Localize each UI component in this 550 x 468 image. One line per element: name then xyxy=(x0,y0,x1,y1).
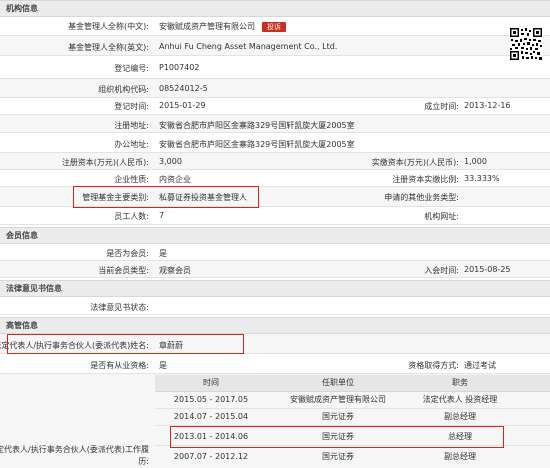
qualified-value: 是 xyxy=(159,361,167,370)
history-employer: 国元证券 xyxy=(322,412,354,421)
history-position: 法定代表人 投资经理 xyxy=(422,395,498,404)
reg-no-value: P1007402 xyxy=(159,63,200,72)
name-cn-label: 基金管理人全称(中文): xyxy=(68,22,149,31)
staff-value: 7 xyxy=(159,211,165,220)
header-position: 职务 xyxy=(452,378,468,387)
reg-addr-value: 安徽省合肥市庐阳区金寨路329号国轩凯旋大厦2005室 xyxy=(159,121,355,130)
reg-no-label: 登记编号: xyxy=(114,64,149,73)
row-staff: 员工人数: 7 机构网址: xyxy=(0,207,550,225)
office-addr-label: 办公地址: xyxy=(114,140,149,149)
row-org-code: 组织机构代码: 08524012-5 xyxy=(0,79,550,98)
reg-capital-value: 3,000 xyxy=(159,157,182,166)
work-history-table: 时间 任职单位 职务 2015.05 - 2017.05 安徽赋成资产管理有限公… xyxy=(155,375,550,468)
qual-method-label: 资格取得方式: xyxy=(408,361,459,370)
org-code-value: 08524012-5 xyxy=(159,84,208,93)
other-biz-label: 申请的其他业务类型: xyxy=(384,193,459,202)
history-time: 2014.07 - 2015.04 xyxy=(173,412,249,421)
name-en-value: Anhui Fu Cheng Asset Management Co., Ltd… xyxy=(159,42,338,51)
name-cn-text: 安徽赋成资产管理有限公司 xyxy=(159,22,255,31)
org-code-label: 组织机构代码: xyxy=(98,85,149,94)
join-time-label: 入会时间: xyxy=(424,266,459,275)
history-time: 2007.07 - 2012.12 xyxy=(173,452,249,461)
paid-capital-label: 实缴资本(万元)(人民币): xyxy=(371,158,459,167)
nature-value: 内资企业 xyxy=(159,175,191,184)
row-reg-no: 登记编号: P1007402 xyxy=(0,56,550,79)
history-row-4: 2007.07 - 2012.12 国元证券 副总经理 xyxy=(155,449,550,466)
name-cn-value: 安徽赋成资产管理有限公司 投诉 xyxy=(159,21,286,32)
reg-time-value: 2015-01-29 xyxy=(159,101,206,110)
name-en-label: 基金管理人全称(英文): xyxy=(68,43,149,52)
row-name-en: 基金管理人全称(英文): Anhui Fu Cheng Asset Manage… xyxy=(0,36,550,56)
qualified-label: 是否有从业资格: xyxy=(90,361,149,370)
join-time-value: 2015-08-25 xyxy=(464,265,511,274)
row-qualified: 是否有从业资格: 是 资格取得方式: 通过考试 xyxy=(0,354,550,374)
section-header-org: 机构信息 xyxy=(0,0,550,17)
section-header-legal-opinion: 法律意见书信息 xyxy=(0,280,550,297)
history-position: 副总经理 xyxy=(444,412,476,421)
complaint-button[interactable]: 投诉 xyxy=(262,21,286,32)
work-history-header: 时间 任职单位 职务 xyxy=(155,375,550,392)
section-header-member: 会员信息 xyxy=(0,227,550,244)
row-capital: 注册资本(万元)(人民币): 3,000 实缴资本(万元)(人民币): 1,00… xyxy=(0,153,550,170)
paid-ratio-value: 33.333% xyxy=(464,174,500,183)
history-label-line1: 法定代表人/执行事务合伙人(委派代表)工作履 xyxy=(0,445,149,454)
header-employer: 任职单位 xyxy=(322,378,354,387)
highlight-box-rep xyxy=(7,334,244,354)
history-employer: 安徽赋成资产管理有限公司 xyxy=(290,395,386,404)
paid-ratio-label: 注册资本实缴比例: xyxy=(392,175,459,184)
row-member-type: 当前会员类型: 观察会员 入会时间: 2015-08-25 xyxy=(0,261,550,278)
history-position: 副总经理 xyxy=(444,452,476,461)
history-row-1: 2015.05 - 2017.05 安徽赋成资产管理有限公司 法定代表人 投资经… xyxy=(155,392,550,409)
reg-time-label: 登记时间: xyxy=(114,102,149,111)
website-label: 机构网址: xyxy=(424,212,459,221)
est-time-label: 成立时间: xyxy=(424,102,459,111)
row-reg-addr: 注册地址: 安徽省合肥市庐阳区金寨路329号国轩凯旋大厦2005室 xyxy=(0,115,550,133)
row-office-addr: 办公地址: 安徽省合肥市庐阳区金寨路329号国轩凯旋大厦2005室 xyxy=(0,133,550,153)
qual-method-value: 通过考试 xyxy=(464,361,496,370)
staff-label: 员工人数: xyxy=(114,212,149,221)
is-member-label: 是否为会员: xyxy=(106,249,149,258)
history-time: 2015.05 - 2017.05 xyxy=(173,395,249,404)
legal-status-label: 法律意见书状态: xyxy=(90,303,149,312)
history-employer: 国元证券 xyxy=(322,452,354,461)
row-nature: 企业性质: 内资企业 注册资本实缴比例: 33.333% xyxy=(0,170,550,187)
nature-label: 企业性质: xyxy=(114,175,149,184)
row-reg-time: 登记时间: 2015-01-29 成立时间: 2013-12-16 xyxy=(0,98,550,115)
highlight-box-history-row xyxy=(170,426,504,448)
row-is-member: 是否为会员: 是 xyxy=(0,244,550,261)
member-type-value: 观察会员 xyxy=(159,266,191,275)
section-header-executives: 高管信息 xyxy=(0,317,550,334)
office-addr-value: 安徽省合肥市庐阳区金寨路329号国轩凯旋大厦2005室 xyxy=(159,140,355,149)
header-time: 时间 xyxy=(203,378,219,387)
row-legal-status: 法律意见书状态: xyxy=(0,297,550,315)
member-type-label: 当前会员类型: xyxy=(98,266,149,275)
highlight-box-biz-type xyxy=(73,186,259,208)
est-time-value: 2013-12-16 xyxy=(464,101,511,110)
reg-capital-label: 注册资本(万元)(人民币): xyxy=(61,158,149,167)
paid-capital-value: 1,000 xyxy=(464,157,487,166)
history-label-line2: 历: xyxy=(138,457,149,466)
history-row-2: 2014.07 - 2015.04 国元证券 副总经理 xyxy=(155,409,550,426)
qr-code xyxy=(509,27,543,61)
reg-addr-label: 注册地址: xyxy=(114,121,149,130)
row-name-cn: 基金管理人全称(中文): 安徽赋成资产管理有限公司 投诉 xyxy=(0,17,550,36)
is-member-value: 是 xyxy=(159,249,167,258)
